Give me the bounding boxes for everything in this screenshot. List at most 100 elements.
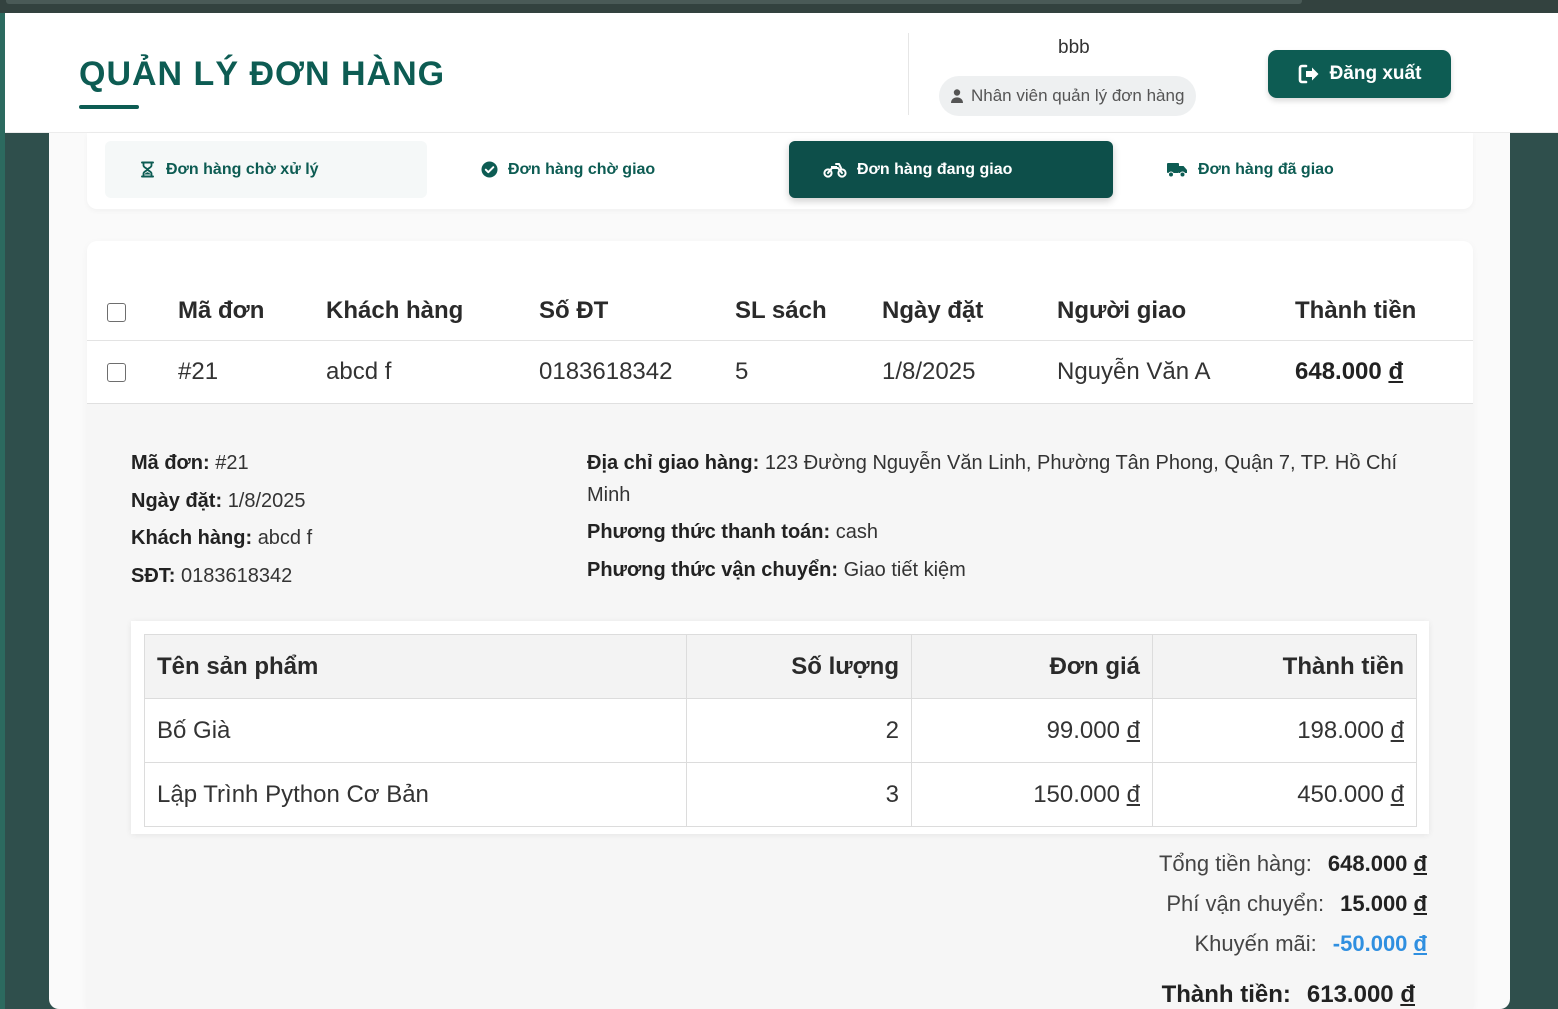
book-quantity: 5 <box>735 358 749 385</box>
detail-value: 0183618342 <box>181 565 293 587</box>
currency-symbol: đ <box>1390 716 1404 744</box>
tab-delivered[interactable]: Đơn hàng đã giao <box>1132 141 1454 198</box>
column-header: Thành tiền <box>1295 296 1417 324</box>
currency-symbol: đ <box>1388 358 1404 385</box>
detail-customer: Khách hàng: abcd f <box>131 522 312 554</box>
product-quantity: 3 <box>686 762 912 827</box>
currency-symbol: đ <box>1390 780 1404 808</box>
currency-symbol: đ <box>1126 780 1140 808</box>
column-header: SL sách <box>735 296 827 324</box>
product-total: 450.000 đ <box>1152 762 1417 827</box>
summary-shipping-fee: Phí vận chuyển: 15.000 đ <box>1166 891 1427 917</box>
summary-label: Khuyến mãi: <box>1194 931 1317 956</box>
summary-value: 613.000 đ <box>1307 981 1415 1009</box>
order-date: 1/8/2025 <box>882 358 976 385</box>
detail-label: Mã đơn: <box>131 452 210 474</box>
detail-value: 1/8/2025 <box>227 490 306 512</box>
detail-value: abcd f <box>257 527 313 549</box>
orders-table-header: Mã đơn Khách hàng Số ĐT SL sách Ngày đặt… <box>87 281 1473 341</box>
hourglass-icon <box>141 161 154 178</box>
detail-address: Địa chỉ giao hàng: 123 Đường Nguyễn Văn … <box>587 447 1417 511</box>
window-left-edge <box>0 13 5 1009</box>
product-name: Bố Già <box>144 698 687 763</box>
page-title: QUẢN LÝ ĐƠN HÀNG <box>79 55 446 93</box>
summary-label: Phí vận chuyển: <box>1166 891 1325 916</box>
table-row[interactable]: #21 abcd f 0183618342 5 1/8/2025 Nguyễn … <box>87 341 1473 404</box>
detail-order-code: Mã đơn: #21 <box>131 447 249 479</box>
tab-pending[interactable]: Đơn hàng chờ xử lý <box>105 141 427 198</box>
row-checkbox[interactable] <box>107 363 126 382</box>
detail-shipping-method: Phương thức vận chuyển: Giao tiết kiệm <box>587 554 966 586</box>
order-code: #21 <box>178 358 219 385</box>
username: bbb <box>1058 37 1090 58</box>
order-items-table: Tên sản phẩm Số lượng Đơn giá Thành tiền… <box>144 634 1417 827</box>
detail-value: #21 <box>215 452 249 474</box>
detail-order-date: Ngày đặt: 1/8/2025 <box>131 485 306 517</box>
currency-symbol: đ <box>1413 851 1427 876</box>
currency-symbol: đ <box>1400 981 1415 1008</box>
title-underline <box>79 105 139 109</box>
detail-label: Địa chỉ giao hàng: <box>587 452 760 474</box>
check-circle-icon <box>481 161 498 178</box>
main-content: Đơn hàng chờ xử lý Đơn hàng chờ giao Đơn… <box>49 133 1510 1009</box>
detail-value: Giao tiết kiệm <box>843 559 966 581</box>
order-total-value: 648.000 <box>1295 358 1382 385</box>
tab-pending-label: Đơn hàng chờ xử lý <box>166 160 319 178</box>
table-row: Bố Già 2 99.000 đ 198.000 đ <box>144 698 1417 763</box>
customer-phone: 0183618342 <box>539 358 673 385</box>
user-icon <box>951 89 963 103</box>
grand-total-value: 613.000 <box>1306 981 1394 1008</box>
tab-delivering-label: Đơn hàng đang giao <box>857 160 1013 178</box>
role-label: Nhân viên quản lý đơn hàng <box>971 86 1185 105</box>
status-tabs: Đơn hàng chờ xử lý Đơn hàng chờ giao Đơn… <box>87 133 1473 209</box>
column-header: Ngày đặt <box>882 296 984 324</box>
items-header-row: Tên sản phẩm Số lượng Đơn giá Thành tiền <box>144 634 1417 699</box>
product-price: 150.000 đ <box>911 762 1153 827</box>
logout-button[interactable]: Đăng xuất <box>1268 50 1451 98</box>
truck-icon <box>1167 163 1187 178</box>
product-quantity: 2 <box>686 698 912 763</box>
motorcycle-icon <box>823 163 847 178</box>
sign-out-icon <box>1298 64 1319 84</box>
price-value: 99.000 <box>1046 716 1120 744</box>
detail-label: SĐT: <box>131 565 176 587</box>
summary-value: 648.000 đ <box>1328 851 1427 877</box>
summary-value: -50.000 đ <box>1333 931 1427 957</box>
column-header: Mã đơn <box>178 296 265 324</box>
detail-label: Phương thức vận chuyển: <box>587 559 838 581</box>
product-total: 198.000 đ <box>1152 698 1417 763</box>
detail-value: cash <box>835 521 878 543</box>
order-total: 648.000 đ <box>1295 341 1403 403</box>
select-all-checkbox[interactable] <box>107 303 126 322</box>
detail-label: Ngày đặt: <box>131 490 223 512</box>
window-top-strip <box>0 0 1558 13</box>
currency-symbol: đ <box>1413 891 1427 916</box>
column-header: Đơn giá <box>911 634 1153 699</box>
tab-awaiting-delivery-label: Đơn hàng chờ giao <box>508 160 656 178</box>
detail-payment-method: Phương thức thanh toán: cash <box>587 516 878 548</box>
column-header: Người giao <box>1057 296 1187 324</box>
tab-delivered-label: Đơn hàng đã giao <box>1198 160 1334 178</box>
tab-delivering[interactable]: Đơn hàng đang giao <box>789 141 1113 198</box>
window-top-strip-inner <box>6 0 1302 4</box>
summary-subtotal: Tổng tiền hàng: 648.000 đ <box>1159 851 1427 877</box>
orders-card: Mã đơn Khách hàng Số ĐT SL sách Ngày đặt… <box>87 241 1473 1009</box>
detail-label: Phương thức thanh toán: <box>587 521 831 543</box>
summary-grand-total: Thành tiền: 613.000 đ <box>1162 981 1415 1009</box>
shipper-name: Nguyễn Văn A <box>1057 358 1211 385</box>
summary-value: 15.000 đ <box>1340 891 1427 917</box>
price-value: 150.000 <box>1033 780 1120 808</box>
currency-symbol: đ <box>1126 716 1140 744</box>
product-name: Lập Trình Python Cơ Bản <box>144 762 687 827</box>
product-price: 99.000 đ <box>911 698 1153 763</box>
total-value: 450.000 <box>1297 780 1384 808</box>
column-header: Tên sản phẩm <box>144 634 687 699</box>
tab-awaiting-delivery[interactable]: Đơn hàng chờ giao <box>445 141 767 198</box>
column-header: Số ĐT <box>539 296 609 324</box>
role-badge: Nhân viên quản lý đơn hàng <box>939 76 1197 116</box>
customer-name: abcd f <box>326 358 392 385</box>
total-value: 198.000 <box>1297 716 1384 744</box>
summary-discount: Khuyến mãi: -50.000 đ <box>1195 931 1428 957</box>
summary-label: Tổng tiền hàng: <box>1158 851 1312 876</box>
shipping-fee-value: 15.000 <box>1340 891 1408 916</box>
